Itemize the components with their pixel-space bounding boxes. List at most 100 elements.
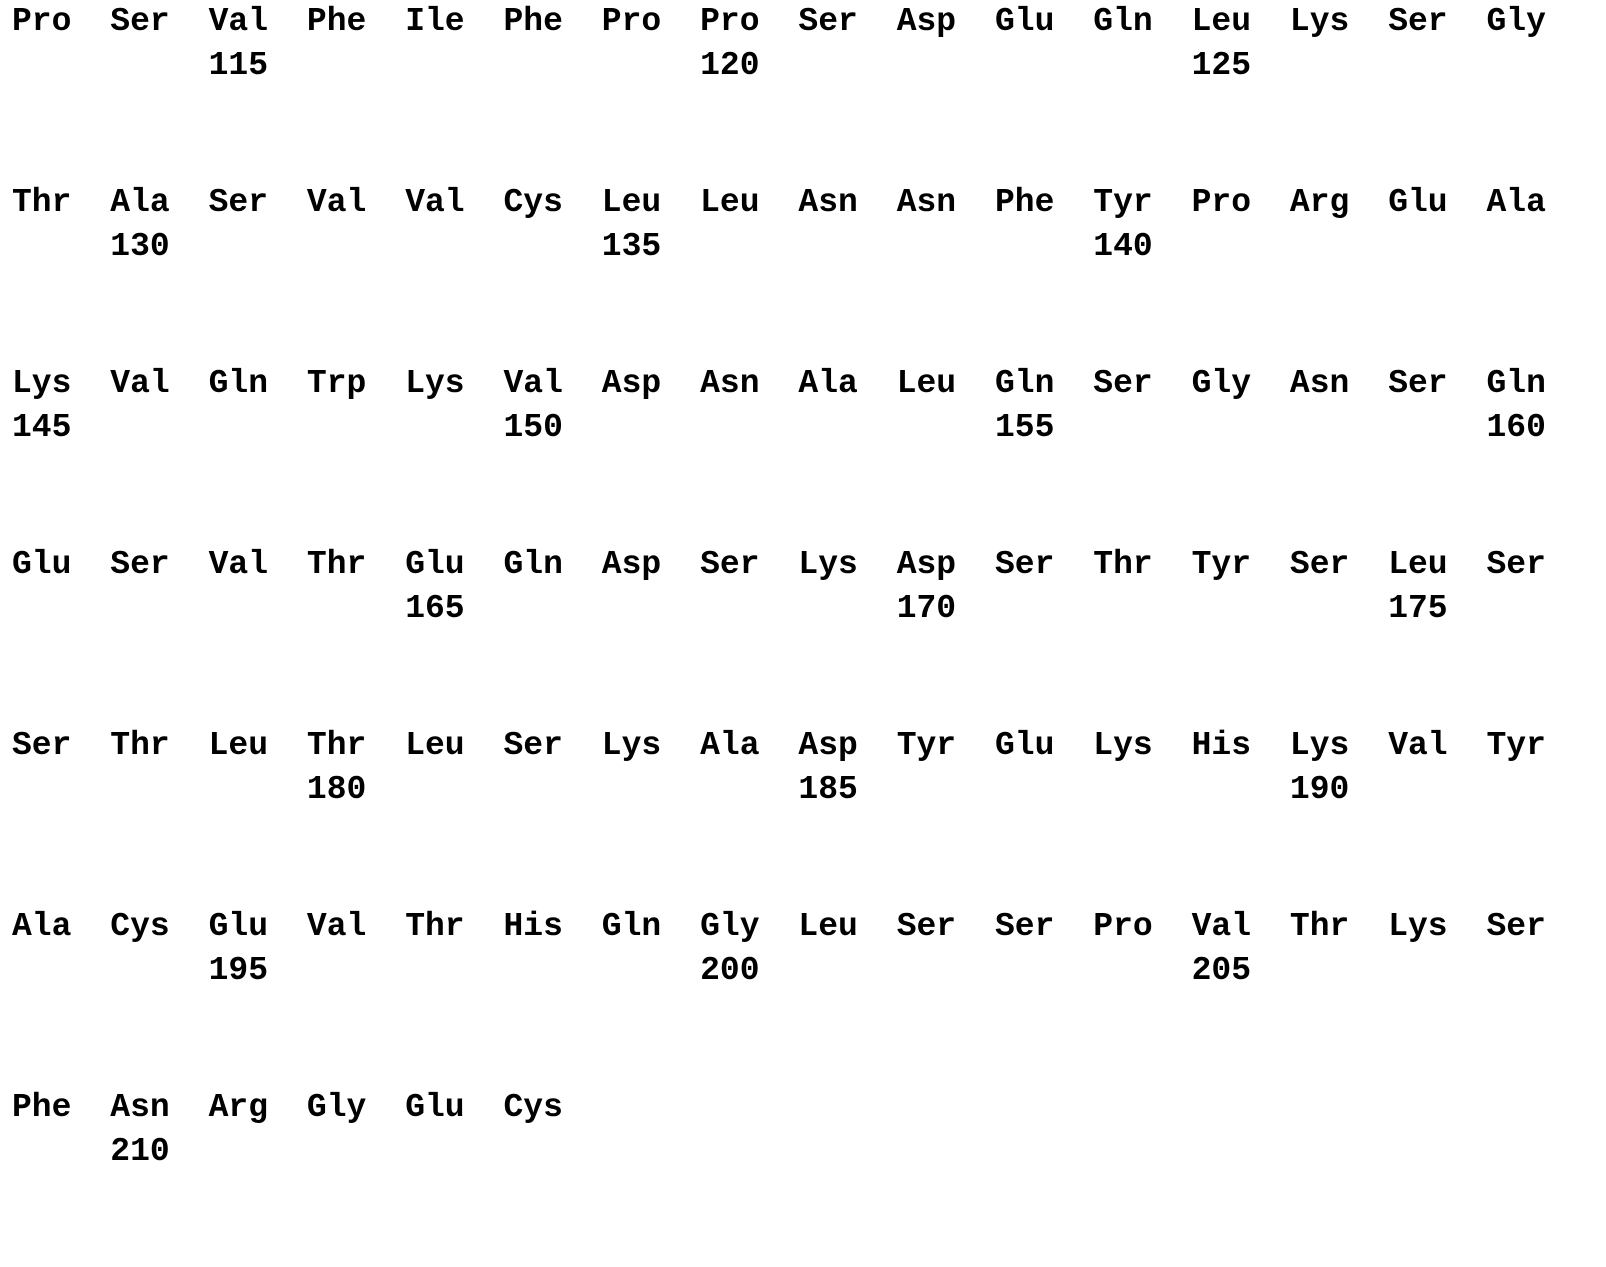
residue-line: LysValGlnTrpLysValAspAsnAlaLeuGlnSerGlyA… (12, 362, 1602, 406)
residue: Lys (12, 362, 71, 406)
residue: Lys (602, 724, 661, 768)
sequence-block: ThrAlaSerValValCysLeuLeuAsnAsnPheTyrProA… (12, 181, 1602, 362)
residue: Leu (897, 362, 956, 406)
residue: Glu (995, 724, 1054, 768)
residue: Leu (1192, 0, 1251, 44)
residue: Leu (700, 181, 759, 225)
position-number-line: 180 185 190 (12, 768, 1602, 812)
residue: Ala (798, 362, 857, 406)
position-number-line: 210 (12, 1130, 1602, 1174)
position-number: 170 (897, 587, 956, 631)
residue-line: GluSerValThrGluGlnAspSerLysAspSerThrTyrS… (12, 543, 1602, 587)
residue: Phe (12, 1086, 71, 1130)
residue: Gln (209, 362, 268, 406)
residue: Gly (700, 905, 759, 949)
residue: Lys (798, 543, 857, 587)
residue: Phe (504, 0, 563, 44)
residue: Val (504, 362, 563, 406)
residue: Thr (110, 724, 169, 768)
residue: Cys (110, 905, 169, 949)
position-number: 120 (700, 44, 759, 88)
position-number-line: 145 150 155 160 (12, 406, 1602, 450)
residue: Lys (1290, 0, 1349, 44)
residue: Leu (209, 724, 268, 768)
position-number: 195 (209, 949, 268, 993)
residue: Gly (307, 1086, 366, 1130)
position-number: 150 (504, 406, 563, 450)
residue: His (1192, 724, 1251, 768)
position-number: 180 (307, 768, 366, 812)
residue: Val (209, 543, 268, 587)
residue: Lys (1290, 724, 1349, 768)
residue: Arg (209, 1086, 268, 1130)
sequence-block: ProSerValPheIlePheProProSerAspGluGlnLeuL… (12, 0, 1602, 181)
residue: Ser (504, 724, 563, 768)
residue-line: ThrAlaSerValValCysLeuLeuAsnAsnPheTyrProA… (12, 181, 1602, 225)
residue: Asn (798, 181, 857, 225)
position-number: 210 (110, 1130, 169, 1174)
residue: Gln (504, 543, 563, 587)
residue: Tyr (897, 724, 956, 768)
residue: Thr (307, 724, 366, 768)
residue: Phe (995, 181, 1054, 225)
position-number: 165 (405, 587, 464, 631)
residue: Thr (1093, 543, 1152, 587)
residue: Asp (897, 0, 956, 44)
position-number-line: 165 170 175 (12, 587, 1602, 631)
residue: Phe (307, 0, 366, 44)
residue: Gln (995, 362, 1054, 406)
residue: Glu (405, 1086, 464, 1130)
residue: Thr (307, 543, 366, 587)
residue: Ala (1487, 181, 1546, 225)
residue: Ser (995, 543, 1054, 587)
residue: Pro (1093, 905, 1152, 949)
sequence-block: LysValGlnTrpLysValAspAsnAlaLeuGlnSerGlyA… (12, 362, 1602, 543)
residue: Asp (897, 543, 956, 587)
residue: Ser (995, 905, 1054, 949)
residue: Tyr (1093, 181, 1152, 225)
residue: Pro (1192, 181, 1251, 225)
residue: Ser (1093, 362, 1152, 406)
position-number: 185 (798, 768, 857, 812)
residue: Lys (405, 362, 464, 406)
position-number: 125 (1192, 44, 1251, 88)
residue: Lys (1388, 905, 1447, 949)
residue: His (504, 905, 563, 949)
residue: Gln (1093, 0, 1152, 44)
residue: Val (307, 905, 366, 949)
residue: Val (110, 362, 169, 406)
residue: Leu (798, 905, 857, 949)
residue: Tyr (1192, 543, 1251, 587)
position-number: 135 (602, 225, 661, 269)
residue: Glu (12, 543, 71, 587)
position-number: 145 (12, 406, 71, 450)
residue: Glu (405, 543, 464, 587)
residue: Thr (1290, 905, 1349, 949)
residue: Asp (602, 362, 661, 406)
residue: Thr (405, 905, 464, 949)
residue: Ser (1487, 905, 1546, 949)
residue-line: ProSerValPheIlePheProProSerAspGluGlnLeuL… (12, 0, 1602, 44)
residue: Ala (12, 905, 71, 949)
residue: Val (307, 181, 366, 225)
residue: Ser (1290, 543, 1349, 587)
residue: Cys (504, 1086, 563, 1130)
residue: Ser (897, 905, 956, 949)
residue: Gln (602, 905, 661, 949)
position-number-line: 195200205 (12, 949, 1602, 993)
residue: Asn (110, 1086, 169, 1130)
residue: Ser (209, 181, 268, 225)
position-number-line: 115120125 (12, 44, 1602, 88)
position-number: 160 (1487, 406, 1546, 450)
position-number: 190 (1290, 768, 1349, 812)
residue: Val (209, 0, 268, 44)
residue: Gly (1487, 0, 1546, 44)
sequence-block: Phe Asn Arg Gly Glu Cys 210 (12, 1086, 1602, 1267)
residue: Ile (405, 0, 464, 44)
residue: Val (1192, 905, 1251, 949)
position-number: 175 (1388, 587, 1447, 631)
residue: Ser (700, 543, 759, 587)
residue: Val (405, 181, 464, 225)
position-number: 155 (995, 406, 1054, 450)
residue: Gln (1487, 362, 1546, 406)
